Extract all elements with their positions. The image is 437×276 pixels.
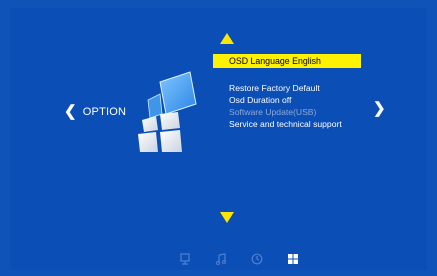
menu-item-osd-duration[interactable]: Osd Duration off [213,94,361,106]
menu-item-restore-factory-default[interactable]: Restore Factory Default [213,82,361,94]
scroll-down-arrow-icon[interactable] [220,212,234,223]
settings-logo-icon [138,71,197,152]
nav-prev-option[interactable]: ❮ OPTION [64,104,126,119]
menu-item-software-update: Software Update(USB) [229,107,317,117]
screen-frame [0,0,437,276]
scroll-up-arrow-icon[interactable] [220,33,234,44]
clock-icon[interactable] [250,252,264,266]
menu-panel [10,8,427,270]
settings-menu: OSD Language English Restore Factory Def… [213,54,361,130]
monitor-icon[interactable] [178,252,192,266]
menu-item-osd-language[interactable]: OSD Language English [213,54,361,68]
menu-item-service-support[interactable]: Service and technical support [213,118,361,130]
chevron-left-icon: ❮ [64,103,77,120]
nav-prev-label: OPTION [82,105,127,118]
chevron-right-icon[interactable]: ❯ [373,101,386,116]
windows-grid-icon[interactable] [286,252,300,266]
music-note-icon[interactable] [214,252,228,266]
bottom-category-bar [178,252,300,266]
